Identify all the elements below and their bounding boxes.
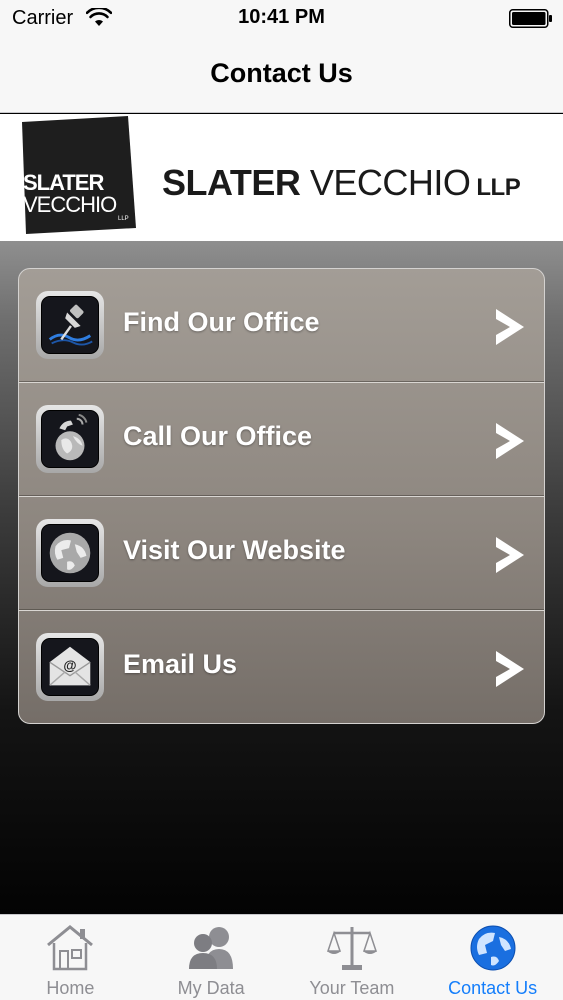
logo-wordmark: SLATER VECCHIO LLP [162, 162, 521, 204]
envelope-icon: @ [36, 633, 104, 701]
house-icon [47, 925, 94, 971]
tab-contact-us[interactable]: Contact Us [422, 915, 563, 1000]
scales-icon [326, 927, 377, 970]
chevron-right-icon [496, 537, 524, 573]
logo-mark: SLATER VECCHIO LLP [22, 116, 136, 234]
tab-bar: Home My Data Your Team Contact Us [0, 914, 563, 1000]
status-bar: Carrier 10:41 PM [0, 0, 563, 38]
logo-word-slater: SLATER [162, 162, 301, 203]
tab-your-team[interactable]: Your Team [282, 915, 423, 1000]
tab-label: My Data [177, 978, 245, 998]
navigation-bar: Contact Us [0, 38, 563, 113]
people-icon [189, 927, 234, 969]
globe-icon [470, 925, 516, 971]
page-title: Contact Us [210, 58, 353, 88]
map-pin-icon [36, 291, 104, 359]
chevron-right-icon [496, 651, 524, 687]
tab-label: Your Team [309, 978, 395, 998]
chevron-right-icon [496, 423, 524, 459]
logo-mark-line3: LLP [118, 216, 129, 222]
logo-mark-line2: VECCHIO [23, 192, 117, 217]
tab-home[interactable]: Home [0, 915, 141, 1000]
tab-my-data[interactable]: My Data [141, 915, 282, 1000]
tab-label: Contact Us [448, 978, 538, 998]
menu-item-visit-website[interactable]: Visit Our Website [19, 497, 544, 611]
logo-word-vecchio: VECCHIO [309, 162, 471, 203]
logo-word-llp: LLP [476, 174, 521, 201]
chevron-right-icon [496, 309, 524, 345]
svg-text:@: @ [63, 658, 76, 673]
menu-item-find-office[interactable]: Find Our Office [19, 269, 544, 383]
globe-icon [36, 519, 104, 587]
tab-label: Home [46, 978, 95, 998]
menu-item-label: Visit Our Website [123, 535, 346, 565]
menu-item-email-us[interactable]: @ Email Us [19, 611, 544, 723]
battery-icon [509, 9, 552, 28]
menu-item-label: Call Our Office [123, 421, 313, 451]
contact-menu: Find Our Office Call Our Office Visit Ou… [18, 268, 545, 724]
status-time: 10:41 PM [238, 6, 325, 28]
menu-item-call-office[interactable]: Call Our Office [19, 383, 544, 497]
menu-item-label: Find Our Office [123, 307, 320, 337]
phone-globe-icon [36, 405, 104, 473]
menu-item-label: Email Us [123, 649, 238, 679]
